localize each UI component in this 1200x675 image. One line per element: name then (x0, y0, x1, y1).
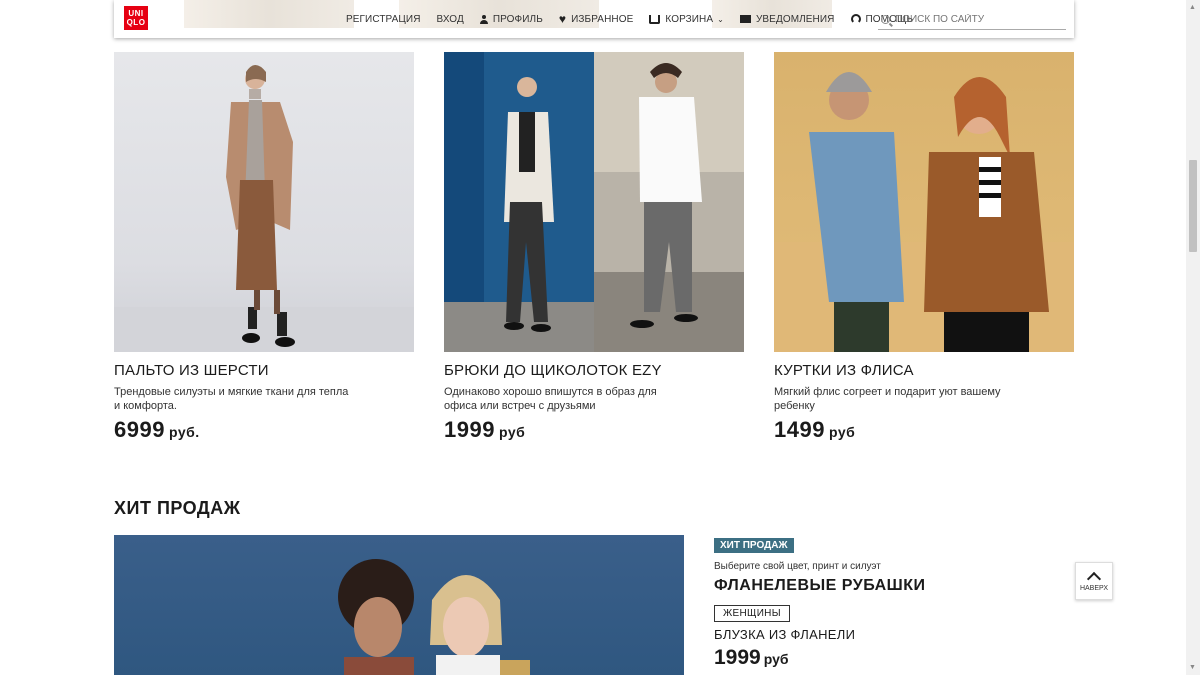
price-currency: руб. (168, 424, 200, 440)
chevron-up-icon (1086, 571, 1102, 587)
favorites-label: ИЗБРАННОЕ (571, 13, 634, 25)
price-currency: руб (763, 651, 789, 667)
search-icon[interactable] (881, 15, 890, 24)
product-card[interactable]: ПАЛЬТО ИЗ ШЕРСТИ Трендовые силуэты и мяг… (114, 52, 414, 443)
cart-link[interactable]: КОРЗИНА ⌄ (649, 14, 724, 25)
user-icon (479, 14, 488, 24)
product-price: 1499 руб (774, 417, 1074, 443)
bestseller-feature: ХИТ ПРОДАЖ Выберите свой цвет, принт и с… (714, 535, 926, 670)
cart-icon (649, 14, 661, 24)
price-currency: руб (498, 424, 526, 440)
feature-title[interactable]: ФЛАНЕЛЕВЫЕ РУБАШКИ (714, 577, 926, 595)
register-link[interactable]: РЕГИСТРАЦИЯ (346, 14, 421, 25)
flannel-shirts-illustration (338, 559, 530, 675)
feature-subtitle: Выберите свой цвет, принт и силуэт (714, 561, 881, 572)
login-label: ВХОД (436, 13, 464, 25)
notifications-label: УВЕДОМЛЕНИЯ (755, 13, 835, 25)
product-price: 6999 руб. (114, 417, 414, 443)
price-currency: руб (828, 424, 856, 440)
ezy-pants-illustration (444, 52, 744, 352)
product-description: Трендовые силуэты и мягкие ткани для теп… (114, 386, 349, 412)
product-description: Мягкий флис согреет и подарит уют вашему… (774, 386, 1001, 412)
product-title[interactable]: БРЮКИ ДО ЩИКОЛОТОК EZY (444, 362, 744, 379)
search-input[interactable] (895, 14, 1055, 25)
page-scrollbar[interactable]: ▲ ▼ (1186, 0, 1200, 675)
fleece-jackets-illustration (774, 72, 1074, 352)
bestseller-badge: ХИТ ПРОДАЖ (714, 538, 794, 553)
price-value: 1999 (714, 646, 761, 669)
scrollbar-thumb[interactable] (1189, 160, 1197, 252)
scroll-up-icon[interactable]: ▲ (1189, 4, 1196, 11)
category-badge: ЖЕНЩИНЫ (714, 605, 790, 622)
headset-icon (850, 14, 861, 24)
cart-label: КОРЗИНА (665, 13, 714, 25)
product-price: 1999 руб (444, 417, 744, 443)
product-image-ezy-pants[interactable] (444, 52, 744, 352)
product-image-wool-coat[interactable] (114, 52, 414, 352)
logo-text-top: UNI (128, 9, 144, 18)
site-search (878, 10, 1066, 30)
header-product-strip (184, 0, 354, 28)
notifications-link[interactable]: УВЕДОМЛЕНИЯ (739, 13, 835, 25)
product-title[interactable]: КУРТКИ ИЗ ФЛИСА (774, 362, 1074, 379)
logo-text-bottom: QLO (126, 18, 146, 27)
back-to-top-button[interactable]: НАВЕРХ (1075, 562, 1113, 600)
price-value: 1499 (774, 417, 825, 442)
feature-item-name[interactable]: БЛУЗКА ИЗ ФЛАНЕЛИ (714, 627, 926, 642)
product-image-fleece-jackets[interactable] (774, 52, 1074, 352)
product-card[interactable]: КУРТКИ ИЗ ФЛИСА Мягкий флис согреет и по… (774, 52, 1074, 443)
mail-icon (739, 15, 751, 23)
scroll-down-icon[interactable]: ▼ (1189, 664, 1196, 671)
profile-link[interactable]: ПРОФИЛЬ (479, 13, 543, 25)
product-card[interactable]: БРЮКИ ДО ЩИКОЛОТОК EZY Одинаково хорошо … (444, 52, 744, 443)
bestseller-hero-image[interactable] (114, 535, 684, 675)
product-title[interactable]: ПАЛЬТО ИЗ ШЕРСТИ (114, 362, 414, 379)
wool-coat-illustration (114, 65, 414, 352)
feature-price: 1999 руб (714, 646, 926, 670)
section-title-bestsellers: ХИТ ПРОДАЖ (114, 498, 241, 518)
site-header: UNI QLO РЕГИСТРАЦИЯ ВХОД ПРОФИЛЬ ♥ ИЗБРАН… (114, 0, 1074, 38)
product-description: Одинаково хорошо впишутся в образ для оф… (444, 386, 657, 412)
price-value: 6999 (114, 417, 165, 442)
price-value: 1999 (444, 417, 495, 442)
favorites-link[interactable]: ♥ ИЗБРАННОЕ (558, 12, 634, 26)
profile-label: ПРОФИЛЬ (492, 13, 543, 25)
chevron-down-icon: ⌄ (717, 14, 724, 24)
register-label: РЕГИСТРАЦИЯ (346, 13, 421, 25)
heart-icon: ♥ (558, 12, 567, 26)
top-nav: РЕГИСТРАЦИЯ ВХОД ПРОФИЛЬ ♥ ИЗБРАННОЕ КОРЗ… (346, 0, 929, 38)
login-link[interactable]: ВХОД (437, 14, 464, 25)
uniqlo-logo[interactable]: UNI QLO (124, 6, 148, 30)
